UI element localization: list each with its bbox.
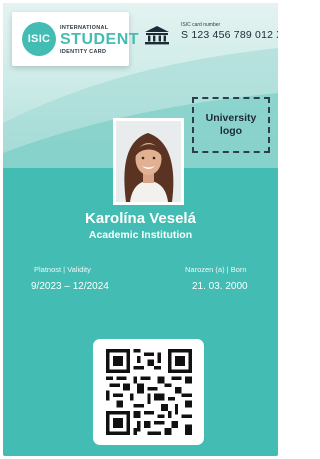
- logo-text-student: STUDENT: [60, 31, 140, 48]
- holder-name: Karolína Veselá: [85, 210, 196, 227]
- building-icon: [145, 26, 169, 45]
- qr-code-image: [105, 349, 192, 435]
- institution-name: Academic Institution: [88, 229, 193, 241]
- holder-photo: [113, 118, 184, 205]
- born-value: 21. 03. 2000: [192, 281, 248, 292]
- university-logo-placeholder: University logo: [192, 97, 270, 153]
- university-logo-text-2: logo: [219, 125, 243, 137]
- isic-card: ISIC INTERNATIONAL STUDENT IDENTITY CARD…: [3, 3, 278, 456]
- born-label: Narozen (a) | Born: [185, 265, 247, 274]
- card-number: S 123 456 789 012 X: [181, 29, 278, 41]
- isic-logo-circle: ISIC: [22, 22, 56, 56]
- isic-logo: ISIC INTERNATIONAL STUDENT IDENTITY CARD: [12, 12, 139, 66]
- portrait-image: [116, 121, 181, 202]
- university-logo-text: University: [205, 112, 257, 124]
- card-number-label: ISIC card number: [181, 22, 221, 28]
- validity-label: Platnost | Validity: [34, 265, 91, 274]
- qr-code: [93, 339, 204, 445]
- logo-text-identity-card: IDENTITY CARD: [60, 49, 107, 55]
- validity-value: 9/2023 – 12/2024: [31, 281, 109, 292]
